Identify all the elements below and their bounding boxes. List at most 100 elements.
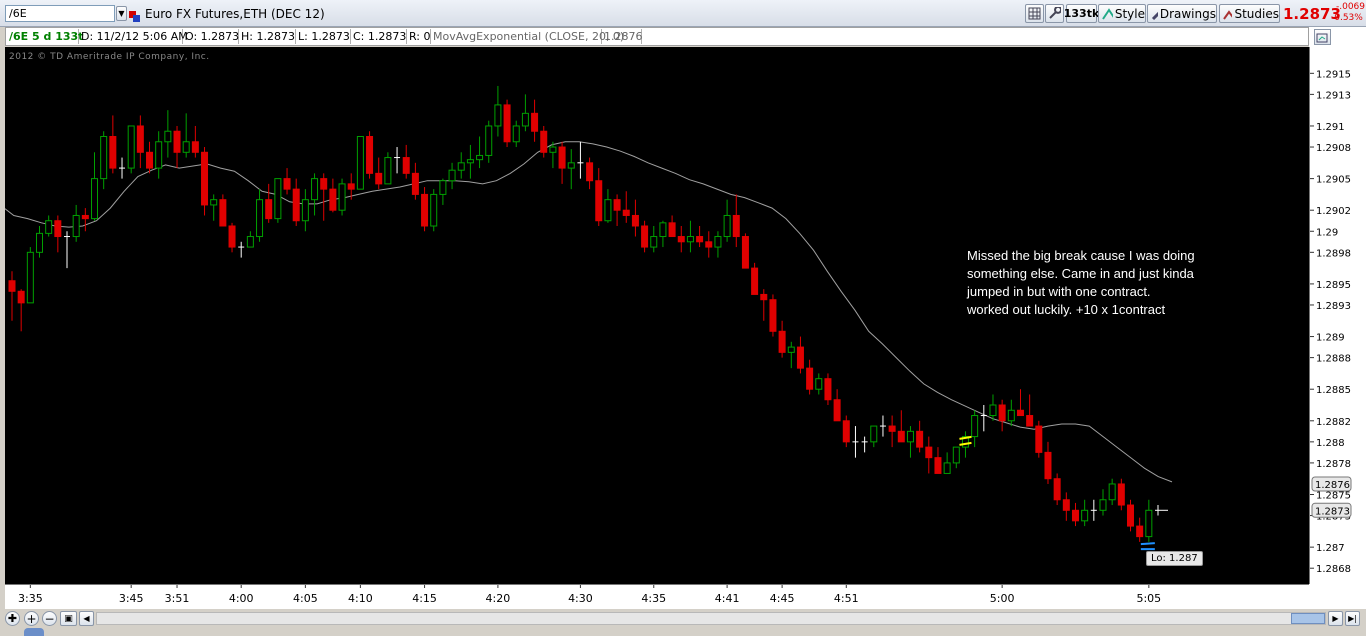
candle (283, 168, 291, 195)
candle (127, 125, 135, 174)
scroll-left-icon[interactable]: ◀ (79, 611, 94, 626)
pencil-icon (1151, 11, 1158, 20)
study-value: 1.2876 (604, 29, 643, 44)
panel-toggle-icon[interactable] (24, 628, 44, 636)
price-tick-label: 1.2893 (1316, 301, 1351, 312)
candle (870, 425, 878, 448)
candle-body (1053, 478, 1061, 501)
candle-body (301, 199, 309, 222)
candle-body (512, 125, 520, 143)
price-tick-label: 1.2882 (1316, 417, 1351, 428)
candle (1136, 517, 1144, 542)
candle-body (586, 162, 594, 182)
bar-range: R: 0 (409, 29, 431, 44)
candle (8, 271, 16, 321)
wrench-icon[interactable] (1045, 4, 1064, 23)
candle (852, 426, 859, 458)
candle (26, 247, 34, 304)
candle-body (1035, 425, 1043, 453)
candle (842, 415, 850, 448)
candle (521, 94, 529, 132)
candle-body (677, 236, 685, 243)
candle (421, 187, 429, 232)
candle (246, 231, 254, 248)
candle (833, 389, 841, 422)
zoom-out-icon[interactable]: − (42, 611, 57, 626)
candle (366, 131, 374, 179)
candle-body (246, 236, 254, 248)
chart-settings-icon[interactable] (1314, 29, 1331, 45)
symbol-dropdown-icon[interactable]: ▼ (116, 6, 127, 21)
candle (952, 446, 960, 469)
candle-body (136, 125, 144, 153)
time-tick-label: 4:20 (486, 592, 511, 605)
candle (274, 178, 282, 223)
scrollbar-thumb[interactable] (1291, 613, 1325, 624)
candle (888, 415, 896, 448)
candle (311, 173, 319, 216)
price-tick-label: 1.2875 (1316, 491, 1351, 502)
price-chart[interactable]: 2012 © TD Ameritrade IP Company, Inc. Mi… (5, 47, 1309, 584)
chart-info-bar: /6E 5 d 133t D: 11/2/12 5:06 AM O: 1.287… (5, 27, 1309, 46)
time-axis[interactable]: 3:35 3:45 3:51 4:00 4:05 4:10 4:15 4:20 4:30 4:35… (5, 584, 1309, 609)
candle (906, 426, 914, 458)
candle (989, 394, 997, 421)
candle-body (558, 146, 566, 169)
candle-body (833, 399, 841, 422)
scroll-end-icon[interactable]: ▶| (1345, 611, 1360, 626)
candle (650, 226, 658, 253)
candle (256, 189, 264, 242)
time-tick-label: 5:00 (990, 592, 1015, 605)
time-tick-label: 4:00 (229, 592, 254, 605)
net-change: -.0069 (1336, 2, 1366, 12)
horizontal-scrollbar[interactable] (96, 612, 1326, 625)
candle (54, 215, 62, 253)
candle-body (787, 346, 795, 353)
candle-body (723, 214, 731, 238)
candle (531, 99, 539, 142)
style-button[interactable]: Style (1098, 4, 1146, 23)
tick-aggregation-button[interactable]: 133tk (1064, 4, 1099, 23)
bottom-bar: ✚ + − ▣ ◀ ▶ ▶| (0, 609, 1366, 636)
candle (238, 241, 245, 258)
pan-icon[interactable]: ✚ (5, 611, 20, 626)
candle-body (26, 251, 34, 304)
drawings-button[interactable]: Drawings (1147, 4, 1217, 23)
candle-body (815, 378, 823, 390)
candle-body (796, 346, 804, 369)
expand-icon[interactable]: ▣ (60, 611, 77, 626)
candle (677, 226, 685, 253)
candle (100, 131, 108, 190)
time-tick-label: 4:51 (834, 592, 859, 605)
candle-body (906, 430, 914, 443)
price-tick-label: 1.2905 (1316, 175, 1351, 186)
candle (439, 178, 447, 205)
candle-body (311, 178, 319, 201)
candle-body (476, 154, 484, 161)
candle (448, 162, 456, 190)
studies-button[interactable]: Studies (1219, 4, 1280, 23)
price-tick-label: 1.291 (1316, 122, 1345, 133)
time-tick-label: 4:30 (568, 592, 593, 605)
candle (1099, 489, 1107, 516)
candle-body (631, 214, 639, 227)
candle-body (81, 214, 89, 220)
price-axis[interactable]: 1.2915 1.2913 1.291 1.2908 1.2905 1.2902 1.29 1… (1309, 47, 1366, 584)
candle (723, 199, 731, 242)
scroll-right-icon[interactable]: ▶ (1328, 611, 1343, 626)
symbol-input[interactable] (5, 5, 115, 22)
candle-body (1062, 499, 1070, 511)
candle-body (1126, 504, 1134, 527)
grid-icon[interactable] (1025, 4, 1044, 23)
candle-body (274, 178, 282, 220)
candle (494, 85, 502, 137)
candle-body (1071, 509, 1079, 522)
candle (760, 289, 768, 321)
symbol-link-icon[interactable] (129, 8, 141, 22)
candle-body (219, 199, 227, 227)
candle (301, 189, 309, 232)
candle-body (760, 293, 768, 301)
candle (1108, 478, 1116, 506)
price-bubble-label: 1.2876 (1315, 480, 1350, 491)
zoom-in-icon[interactable]: + (24, 611, 39, 626)
